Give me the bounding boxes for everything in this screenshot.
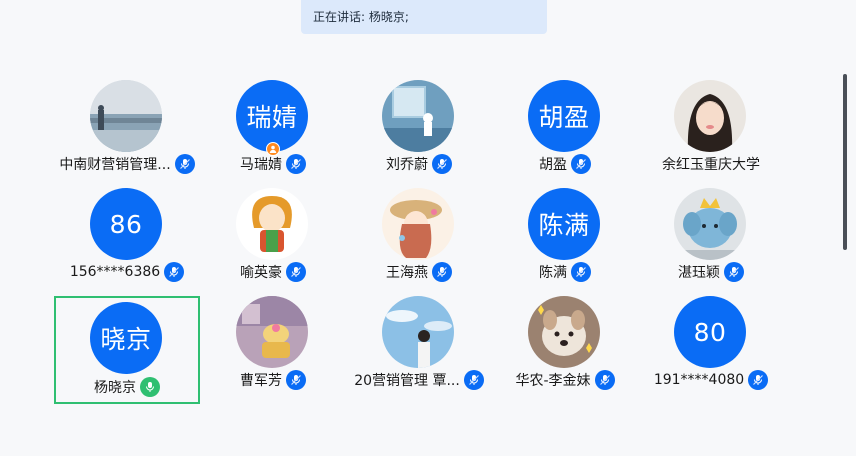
- avatar: [236, 296, 308, 368]
- microphone-icon[interactable]: [164, 262, 185, 282]
- avatar: 80: [674, 296, 746, 368]
- avatar: 陈满: [528, 188, 600, 260]
- avatar: [382, 188, 454, 260]
- participant-tile[interactable]: 喻英豪: [200, 188, 346, 296]
- avatar: [674, 80, 746, 152]
- participant-name: 20营销管理 覃...: [354, 373, 460, 389]
- participant-name: 156****6386: [69, 264, 161, 280]
- participant-name: 陈满: [539, 265, 567, 281]
- avatar: 86: [90, 188, 162, 260]
- participant-tile[interactable]: 余红玉重庆大学: [638, 80, 784, 188]
- participant-tile[interactable]: 刘乔蔚: [346, 80, 492, 188]
- participant-tile[interactable]: 曹军芳: [200, 296, 346, 404]
- participant-name: 胡盈: [539, 157, 567, 173]
- microphone-icon[interactable]: [432, 262, 452, 282]
- participant-tile[interactable]: 80 191****4080: [638, 296, 784, 404]
- participant-name: 曹军芳: [240, 373, 282, 389]
- participant-name: 余红玉重庆大学: [662, 157, 760, 173]
- participant-tile[interactable]: 胡盈 胡盈: [492, 80, 638, 188]
- microphone-icon[interactable]: [286, 262, 306, 282]
- vertical-scrollbar[interactable]: [843, 74, 847, 250]
- participant-tile[interactable]: 华农-李金妹: [492, 296, 638, 404]
- avatar: 胡盈: [528, 80, 600, 152]
- microphone-icon[interactable]: [286, 370, 306, 390]
- participant-tile[interactable]: 20营销管理 覃...: [346, 296, 492, 404]
- avatar: [90, 80, 162, 152]
- avatar: [382, 80, 454, 152]
- avatar: 晓京: [90, 302, 162, 374]
- participant-name: 191****4080: [653, 372, 745, 388]
- participant-name: 马瑞婧: [240, 157, 282, 173]
- participant-grid: 中南财营销管理... 瑞婧 马瑞婧 刘乔蔚 胡盈 胡盈 余红玉重庆大学 86 1…: [54, 80, 789, 404]
- microphone-icon[interactable]: [571, 262, 591, 282]
- participant-tile[interactable]: 86 156****6386: [54, 188, 200, 296]
- avatar: [236, 188, 308, 260]
- participant-tile[interactable]: 王海燕: [346, 188, 492, 296]
- participant-tile-selected[interactable]: 晓京 杨晓京: [54, 296, 200, 404]
- microphone-icon[interactable]: [432, 154, 452, 174]
- microphone-icon[interactable]: [174, 154, 195, 174]
- avatar: [528, 296, 600, 368]
- avatar: [382, 296, 454, 368]
- participant-name: 中南财营销管理...: [59, 157, 171, 173]
- avatar: [674, 188, 746, 260]
- participant-name: 华农-李金妹: [515, 373, 591, 389]
- participant-name: 杨晓京: [94, 380, 136, 396]
- participant-name: 王海燕: [386, 265, 428, 281]
- microphone-icon[interactable]: [463, 370, 484, 390]
- microphone-icon[interactable]: [286, 154, 306, 174]
- participant-tile[interactable]: 中南财营销管理...: [54, 80, 200, 188]
- participant-name: 喻英豪: [240, 265, 282, 281]
- speaking-banner: 正在讲话: 杨晓京;: [301, 0, 547, 34]
- microphone-icon[interactable]: [724, 262, 744, 282]
- microphone-speaking-icon[interactable]: [140, 377, 160, 397]
- microphone-icon[interactable]: [571, 154, 591, 174]
- participant-tile[interactable]: 瑞婧 马瑞婧: [200, 80, 346, 188]
- participant-name: 湛珏颖: [678, 265, 720, 281]
- participant-name: 刘乔蔚: [386, 157, 428, 173]
- participant-tile[interactable]: 湛珏颖: [638, 188, 784, 296]
- microphone-icon[interactable]: [748, 370, 769, 390]
- microphone-icon[interactable]: [594, 370, 615, 390]
- participant-tile[interactable]: 陈满 陈满: [492, 188, 638, 296]
